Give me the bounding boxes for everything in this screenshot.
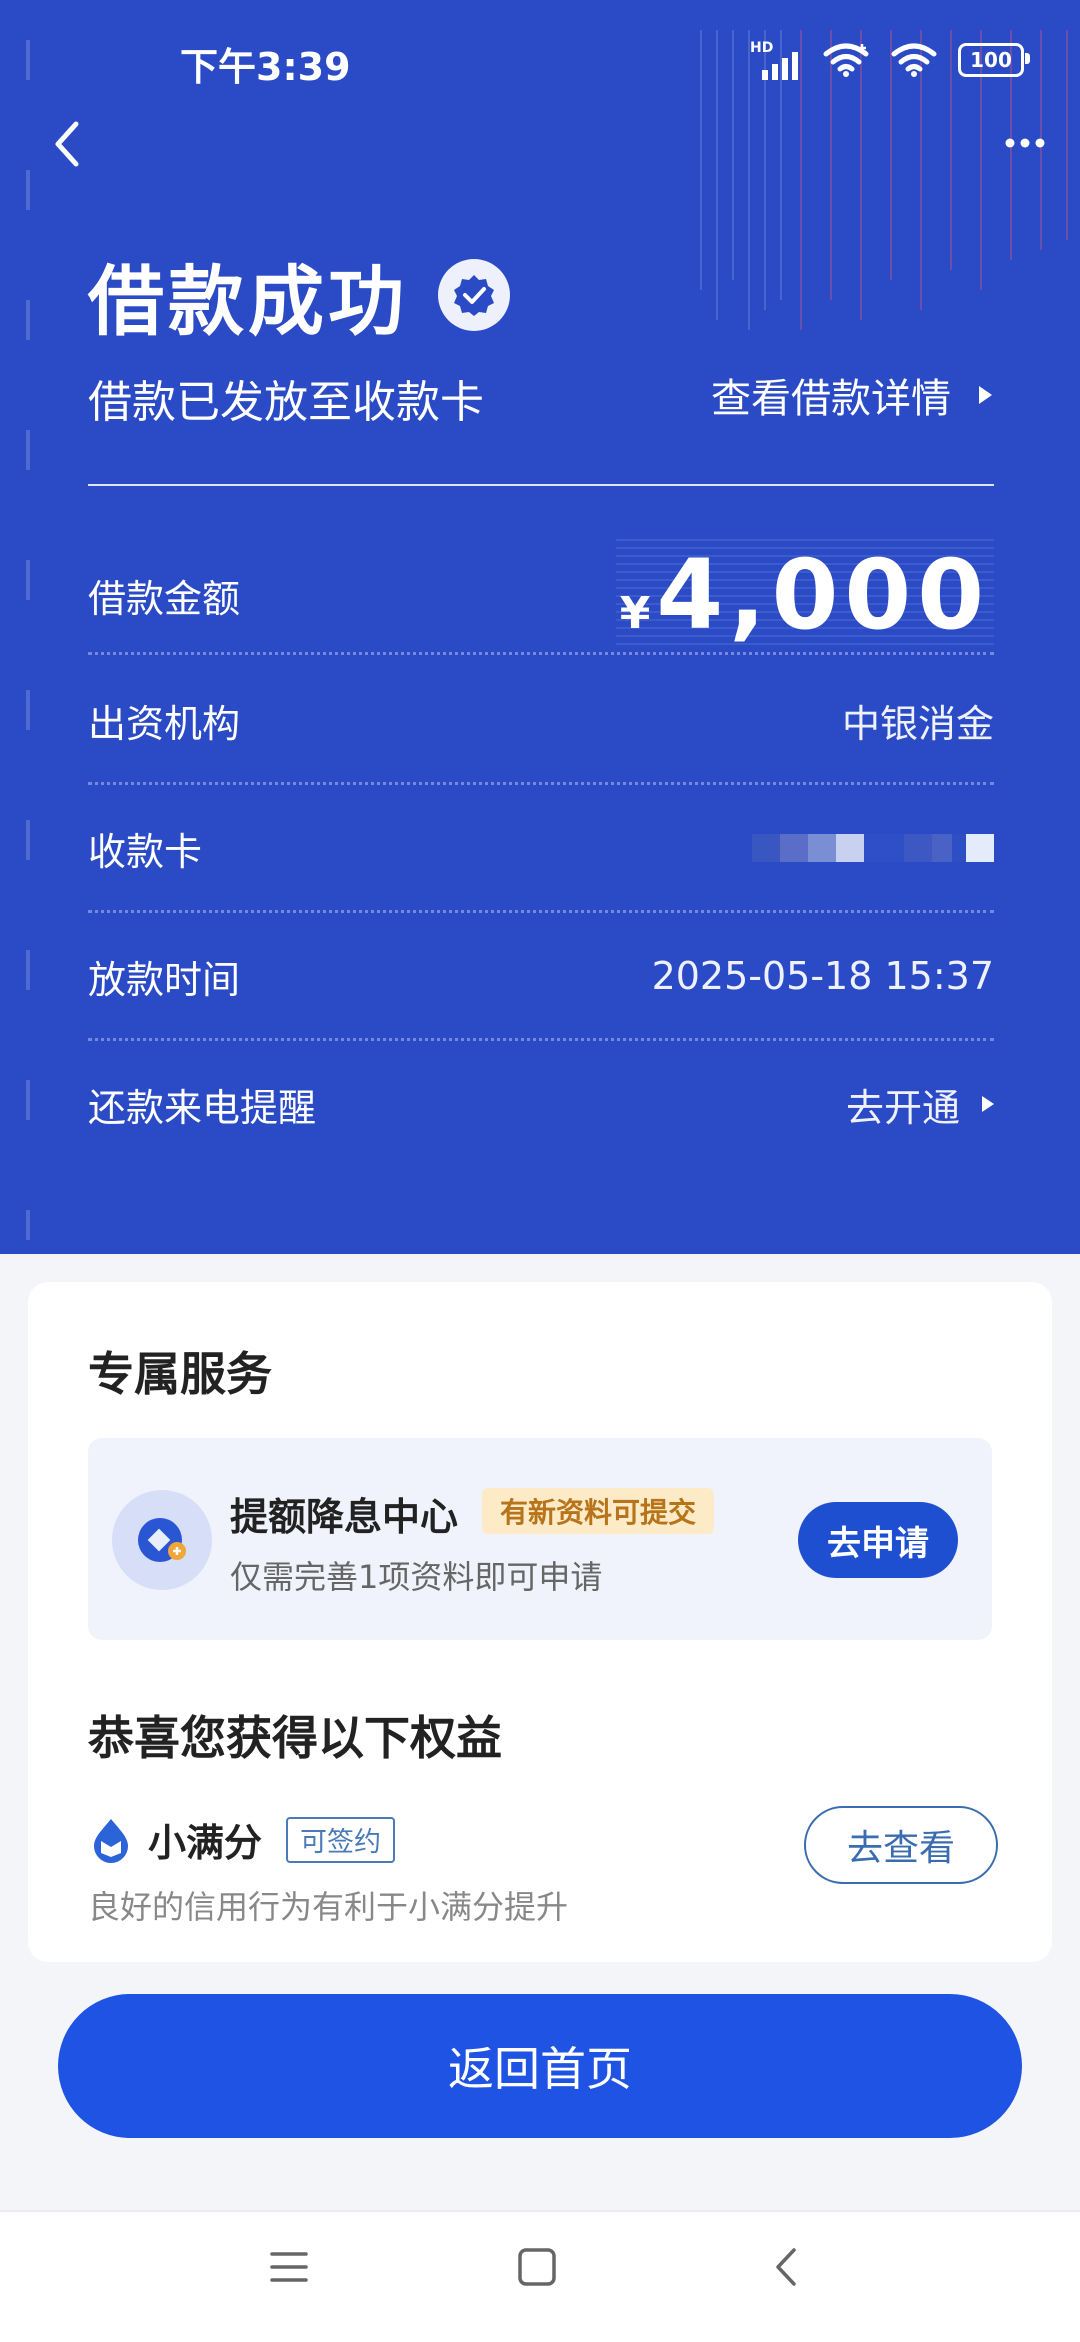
time-label: 放款时间 (88, 957, 241, 1002)
verified-check-icon (438, 259, 510, 331)
time-value: 2025-05-18 15:37 (651, 954, 994, 998)
services-card: 专属服务 提额降息中心 有新资料可提交 仅需完善1项资料即可申请 去申请 恭喜您… (28, 1282, 1052, 1962)
apply-button[interactable]: 去申请 (798, 1502, 958, 1578)
benefit-item: 小满分 可签约 (88, 1812, 396, 1867)
more-icon[interactable] (1000, 128, 1050, 158)
currency-symbol: ¥ (619, 588, 651, 639)
benefit-desc: 良好的信用行为有利于小满分提升 (88, 1888, 569, 1926)
loan-amount: ¥ 4,000 (615, 539, 994, 651)
menu-icon[interactable] (268, 2246, 310, 2288)
card-label: 收款卡 (88, 829, 203, 874)
status-time: 下午3:39 (180, 45, 351, 89)
dotted-divider (88, 652, 994, 655)
dotted-divider (88, 1038, 994, 1041)
enable-reminder-link[interactable]: 去开通 (846, 1077, 994, 1132)
result-title-row: 借款成功 (88, 240, 510, 350)
watermark-strip (26, 40, 30, 1240)
home-icon[interactable] (516, 2246, 558, 2288)
credit-center-icon (112, 1490, 212, 1590)
amount-value: 4,000 (656, 539, 990, 651)
services-title: 专属服务 (88, 1347, 272, 1401)
masked-card-number (752, 834, 994, 862)
status-bar: 下午3:39 HD 100 (0, 0, 1080, 120)
funder-label: 出资机构 (88, 701, 241, 746)
back-nav-icon[interactable] (766, 2246, 808, 2288)
signable-tag: 可签约 (286, 1816, 396, 1863)
return-home-button[interactable]: 返回首页 (58, 1994, 1022, 2138)
arrow-right-icon (982, 1096, 994, 1112)
view-loan-details-link[interactable]: 查看借款详情 (711, 366, 992, 424)
arrow-right-icon (979, 386, 992, 404)
reminder-link-label: 去开通 (845, 1085, 960, 1130)
promo-desc: 仅需完善1项资料即可申请 (230, 1558, 603, 1596)
wifi-icon (891, 43, 937, 77)
benefits-title: 恭喜您获得以下权益 (88, 1711, 502, 1765)
card-row: 收款卡 (88, 816, 994, 880)
signal-icon: HD (750, 40, 802, 80)
credit-boost-promo[interactable]: 提额降息中心 有新资料可提交 仅需完善1项资料即可申请 去申请 (88, 1438, 992, 1640)
battery-icon: 100 (958, 43, 1030, 77)
dotted-divider (88, 782, 994, 785)
reminder-row: 还款来电提醒 去开通 (88, 1072, 994, 1136)
status-icons: HD 100 (750, 40, 1030, 80)
promo-title: 提额降息中心 (230, 1495, 459, 1539)
page-title: 借款成功 (88, 257, 408, 346)
benefit-name: 小满分 (148, 1821, 263, 1865)
funder-value: 中银消金 (841, 701, 994, 746)
result-header: 下午3:39 HD 100 借款成功 借款已发放至收款卡 查看借款详情 借款金额… (0, 0, 1080, 1254)
disbursement-time-row: 放款时间 2025-05-18 15:37 (88, 944, 994, 1008)
new-info-badge: 有新资料可提交 (482, 1488, 715, 1534)
cube-icon (138, 1518, 186, 1562)
result-subtitle: 借款已发放至收款卡 (88, 377, 484, 428)
system-nav-bar (0, 2210, 1080, 2342)
dotted-divider (88, 910, 994, 913)
check-icon (454, 275, 494, 316)
back-icon[interactable] (48, 116, 88, 172)
view-benefit-button[interactable]: 去查看 (804, 1806, 998, 1884)
amount-row: 借款金额 ¥ 4,000 (88, 539, 994, 651)
detail-link-label: 查看借款详情 (711, 376, 951, 422)
funder-row: 出资机构 中银消金 (88, 688, 994, 752)
reminder-label: 还款来电提醒 (88, 1085, 317, 1130)
credit-score-icon (94, 1818, 128, 1863)
amount-label: 借款金额 (88, 576, 241, 621)
divider (88, 484, 994, 486)
wifi-icon (823, 43, 869, 77)
